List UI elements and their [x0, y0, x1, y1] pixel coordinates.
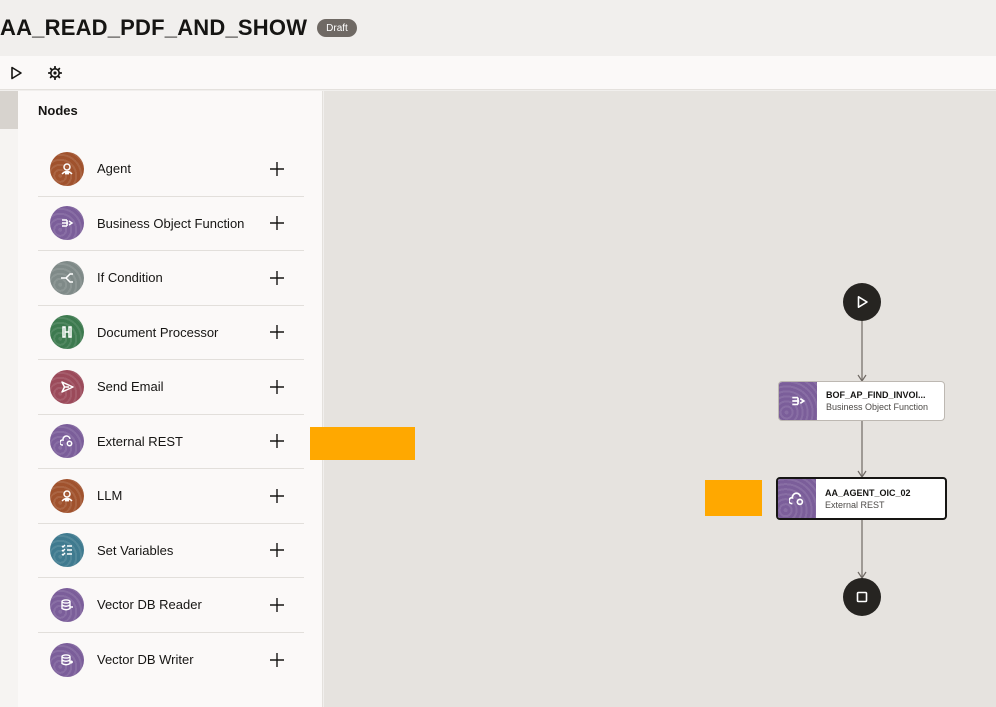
toolbar	[0, 56, 996, 90]
node-item-vector-db-writer[interactable]: Vector DB Writer	[38, 633, 304, 688]
add-vector-db-writer-button[interactable]	[266, 649, 288, 671]
add-business-object-function-button[interactable]	[266, 212, 288, 234]
side-rail-selected-tab[interactable]	[0, 91, 18, 129]
plus-icon	[270, 652, 284, 667]
play-icon	[11, 66, 22, 80]
page-title: AA_READ_PDF_AND_SHOW	[0, 15, 308, 40]
business-object-function-icon	[50, 206, 84, 241]
plus-icon	[270, 325, 284, 340]
node-item-label: Agent	[97, 161, 131, 177]
node-item-agent[interactable]: Agent	[38, 142, 304, 197]
node-item-vector-db-reader[interactable]: Vector DB Reader	[38, 578, 304, 633]
page-header: AA_READ_PDF_AND_SHOW Draft	[0, 0, 996, 56]
vector-db-writer-icon	[50, 642, 84, 677]
flow-node-external-rest[interactable]: AA_AGENT_OIC_02 External REST	[776, 477, 947, 520]
flow-node-type: External REST	[825, 499, 885, 510]
node-item-label: LLM	[97, 488, 123, 504]
node-item-set-variables[interactable]: Set Variables	[38, 524, 304, 578]
flow-start-node[interactable]	[843, 283, 881, 321]
llm-icon	[50, 478, 84, 513]
add-llm-button[interactable]	[266, 485, 288, 507]
nodes-palette: Nodes Agent Business Object Function If …	[18, 91, 323, 707]
set-variables-icon	[50, 533, 84, 568]
gear-icon	[48, 66, 62, 80]
node-item-send-email[interactable]: Send Email	[38, 360, 304, 415]
flow-node-name: AA_AGENT_OIC_02	[825, 487, 911, 498]
if-condition-icon	[50, 260, 84, 295]
plus-icon	[270, 434, 284, 449]
status-badge: Draft	[317, 19, 357, 37]
node-item-business-object-function[interactable]: Business Object Function	[38, 197, 304, 251]
node-item-label: Document Processor	[97, 324, 219, 340]
node-list: Agent Business Object Function If Condit…	[38, 142, 304, 687]
plus-icon	[270, 379, 284, 394]
plus-icon	[270, 597, 284, 612]
add-document-processor-button[interactable]	[266, 321, 288, 343]
node-item-llm[interactable]: LLM	[38, 469, 304, 524]
stop-icon	[856, 591, 868, 603]
node-item-label: If Condition	[97, 270, 163, 286]
node-item-label: External REST	[97, 433, 183, 449]
palette-title: Nodes	[38, 103, 78, 118]
node-item-label: Business Object Function	[97, 215, 245, 231]
side-rail	[0, 91, 18, 707]
add-external-rest-button[interactable]	[266, 430, 288, 452]
highlight-marker	[310, 427, 415, 460]
plus-icon	[270, 216, 284, 231]
plus-icon	[270, 543, 284, 558]
add-set-variables-button[interactable]	[266, 539, 288, 561]
settings-button[interactable]	[45, 63, 65, 83]
vector-db-reader-icon	[50, 587, 84, 622]
external-rest-icon	[50, 424, 84, 459]
add-send-email-button[interactable]	[266, 376, 288, 398]
flow-end-node[interactable]	[843, 578, 881, 616]
node-item-external-rest[interactable]: External REST	[38, 415, 304, 469]
plus-icon	[270, 161, 284, 176]
play-icon	[857, 296, 868, 308]
node-item-label: Vector DB Writer	[97, 652, 194, 668]
node-item-document-processor[interactable]: Document Processor	[38, 306, 304, 360]
business-object-function-icon	[779, 382, 817, 420]
plus-icon	[270, 488, 284, 503]
add-agent-button[interactable]	[266, 158, 288, 180]
add-if-condition-button[interactable]	[266, 267, 288, 289]
agent-icon	[50, 151, 84, 186]
plus-icon	[270, 270, 284, 285]
document-processor-icon	[50, 315, 84, 350]
external-rest-icon	[778, 479, 816, 518]
send-email-icon	[50, 369, 84, 404]
flow-node-type: Business Object Function	[826, 402, 929, 412]
highlight-marker	[705, 480, 762, 516]
flow-node-name: BOF_AP_FIND_INVOI...	[826, 390, 926, 400]
node-item-if-condition[interactable]: If Condition	[38, 251, 304, 306]
run-button[interactable]	[6, 63, 26, 83]
flow-node-business-object-function[interactable]: BOF_AP_FIND_INVOI... Business Object Fun…	[778, 381, 945, 421]
node-item-label: Set Variables	[97, 542, 174, 558]
add-vector-db-reader-button[interactable]	[266, 594, 288, 616]
node-item-label: Vector DB Reader	[97, 597, 202, 613]
node-item-label: Send Email	[97, 379, 164, 395]
